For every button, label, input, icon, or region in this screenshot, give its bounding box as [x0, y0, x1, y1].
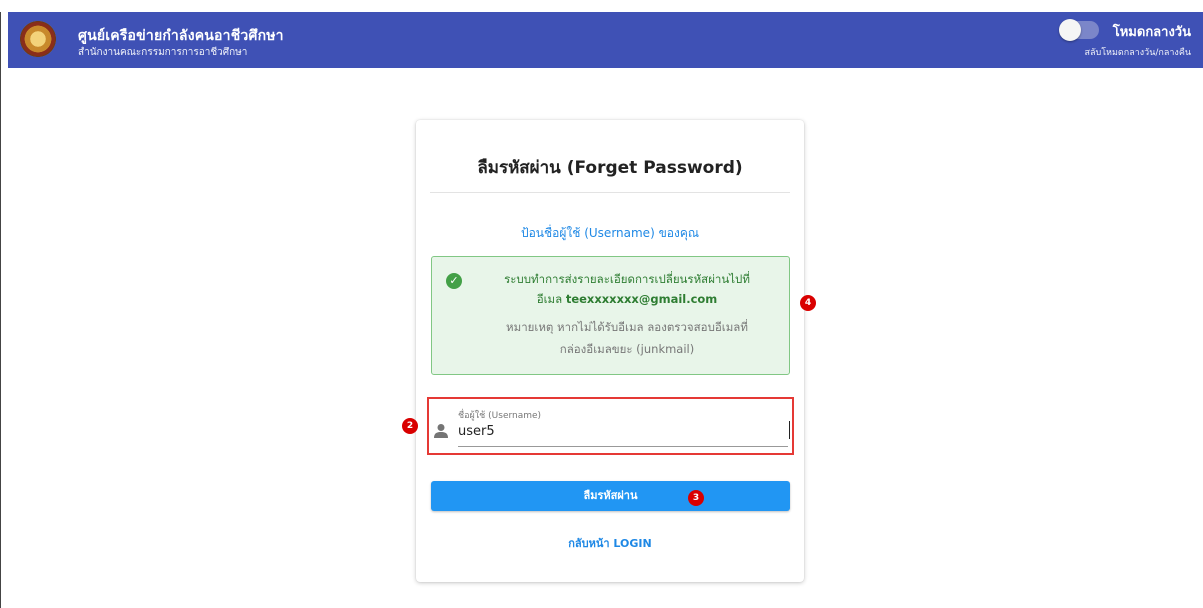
alert-email-prefix: อีเมล	[536, 292, 563, 306]
username-input[interactable]: user5	[458, 424, 495, 439]
card-title: ลืมรหัสผ่าน (Forget Password)	[477, 158, 743, 178]
top-app-bar: ศูนย์เครือข่ายกำลังคนอาชีวศึกษา สำนักงาน…	[8, 12, 1203, 68]
username-input-underline	[458, 446, 788, 447]
card-subtitle: ป้อนชื่อผู้ใช้ (Username) ของคุณ	[520, 226, 699, 240]
app-title: ศูนย์เครือข่ายกำลังคนอาชีวศึกษา	[78, 28, 284, 44]
forget-password-card: ลืมรหัสผ่าน (Forget Password) ป้อนชื่อผู…	[416, 120, 804, 582]
app-subtitle: สำนักงานคณะกรรมการการอาชีวศึกษา	[78, 47, 248, 58]
left-frame-border	[0, 12, 1, 608]
back-to-login-link[interactable]: กลับหน้า LOGIN	[416, 534, 804, 552]
mode-label: โหมดกลางวัน	[1112, 25, 1191, 40]
alert-message-line1: ระบบทำการส่งรายละเอียดการเปลี่ยนรหัสผ่าน…	[504, 272, 750, 286]
alert-message-line2: อีเมล teexxxxxxx@gmail.com	[472, 291, 782, 309]
alert-note-line1: หมายเหตุ หากไม่ได้รับอีเมล ลองตรวจสอบอีเ…	[506, 320, 748, 334]
mode-hint: สลับโหมดกลางวัน/กลางคืน	[1084, 48, 1191, 58]
check-circle-icon: ✓	[446, 273, 462, 289]
forget-password-button[interactable]: ลืมรหัสผ่าน	[431, 481, 790, 511]
step-marker-2: 2	[402, 418, 418, 434]
success-alert: ✓ ระบบทำการส่งรายละเอียดการเปลี่ยนรหัสผ่…	[431, 256, 790, 375]
title-divider	[430, 192, 790, 193]
step-marker-3: 3	[688, 490, 704, 506]
user-icon	[434, 424, 448, 438]
step-marker-4: 4	[800, 295, 816, 311]
alert-email: teexxxxxxx@gmail.com	[565, 292, 718, 306]
organization-logo-icon	[20, 21, 56, 57]
username-field-label: ชื่อผู้ใช้ (Username)	[458, 411, 542, 421]
top-margin	[0, 0, 1203, 12]
text-cursor	[789, 421, 790, 439]
toggle-knob-icon[interactable]	[1059, 19, 1081, 41]
alert-note-line2: กล่องอีเมลขยะ (junkmail)	[559, 342, 695, 356]
